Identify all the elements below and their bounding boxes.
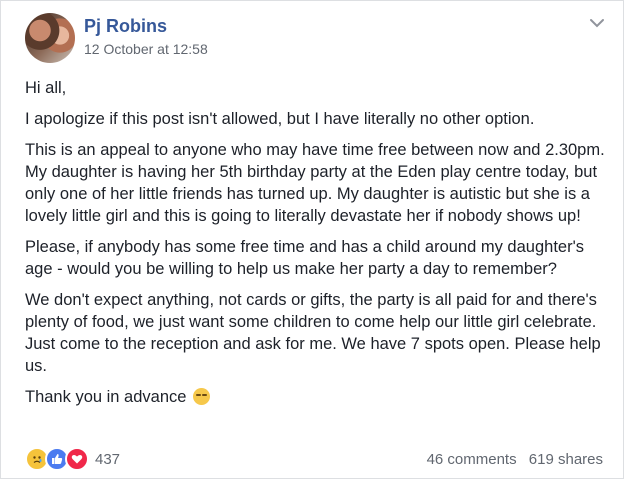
pensive-face-emoji-icon xyxy=(193,388,211,405)
post-footer: 437 46 comments 619 shares xyxy=(25,447,603,471)
love-reaction-icon xyxy=(65,447,89,471)
reactions-summary[interactable]: 437 xyxy=(25,447,120,471)
post-paragraph-last: Thank you in advance xyxy=(25,386,610,408)
comments-count-link[interactable]: 46 comments xyxy=(427,451,517,468)
post-paragraph: I apologize if this post isn't allowed, … xyxy=(25,110,535,128)
post-paragraph: Hi all, xyxy=(25,79,67,97)
post-stats: 46 comments 619 shares xyxy=(427,451,603,468)
post-paragraph: This is an appeal to anyone who may have… xyxy=(25,141,605,225)
post-header: Pj Robins 12 October at 12:58 xyxy=(25,13,208,63)
reaction-count: 437 xyxy=(95,450,121,468)
post-timestamp[interactable]: 12 October at 12:58 xyxy=(84,39,208,59)
author-name[interactable]: Pj Robins xyxy=(84,15,208,37)
post-paragraph: We don't expect anything, not cards or g… xyxy=(25,291,601,375)
shares-count-link[interactable]: 619 shares xyxy=(529,451,603,468)
post-card: Pj Robins 12 October at 12:58 Hi all, I … xyxy=(0,0,624,479)
post-meta: Pj Robins 12 October at 12:58 xyxy=(84,15,208,59)
post-paragraph: Please, if anybody has some free time an… xyxy=(25,238,584,278)
avatar[interactable] xyxy=(25,13,75,63)
post-body: Hi all, I apologize if this post isn't a… xyxy=(25,77,610,417)
chevron-down-icon[interactable] xyxy=(589,17,605,29)
post-closing-text: Thank you in advance xyxy=(25,388,187,406)
